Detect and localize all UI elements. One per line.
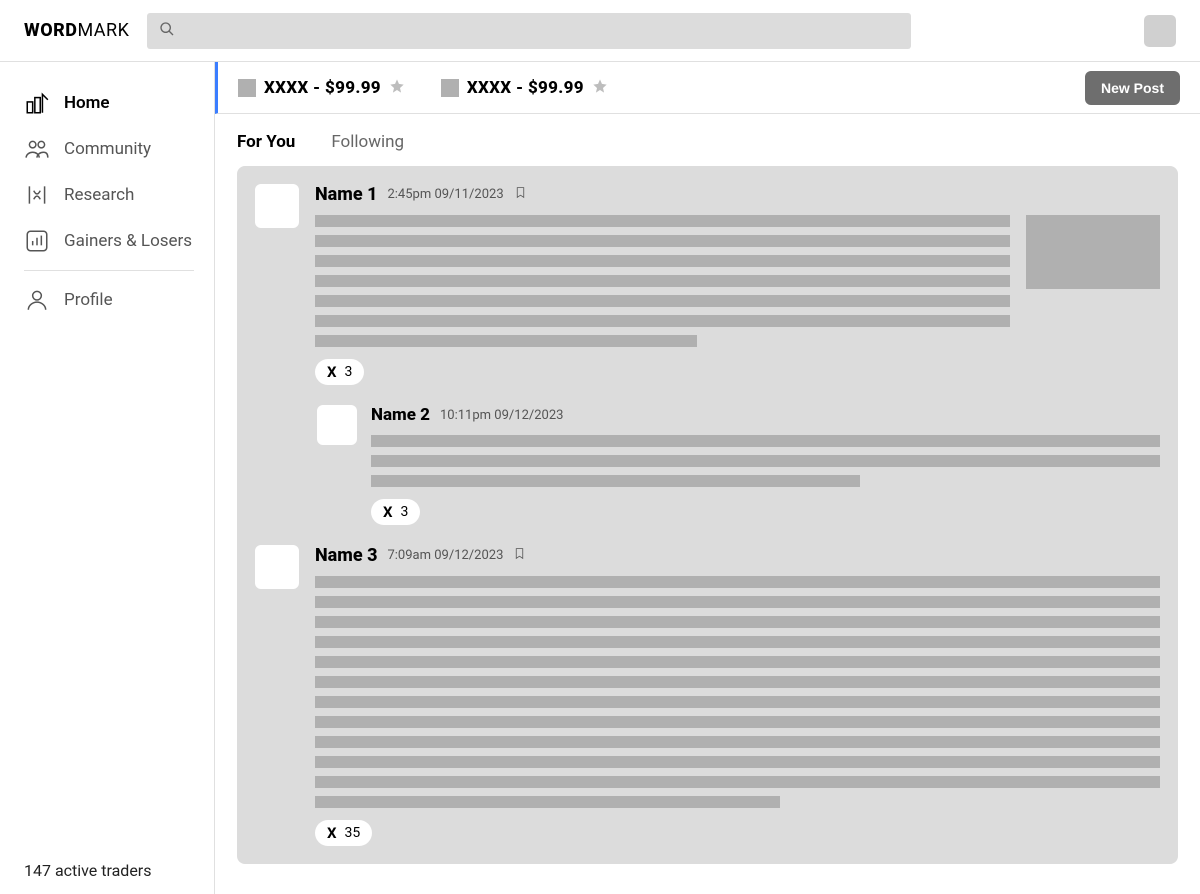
post-author[interactable]: Name 2 xyxy=(371,405,430,425)
reaction-count: 3 xyxy=(345,364,353,380)
avatar[interactable] xyxy=(255,184,299,228)
user-avatar[interactable] xyxy=(1144,15,1176,47)
post-content xyxy=(315,215,1160,355)
sidebar-item-label: Profile xyxy=(64,290,113,310)
sidebar-item-label: Research xyxy=(64,185,134,205)
sidebar-item-label: Community xyxy=(64,139,151,159)
ticker-price: $99.99 xyxy=(528,78,584,98)
post-text-placeholder xyxy=(371,435,1160,487)
ticker-label: XXXX - $99.99 xyxy=(264,78,381,98)
reaction-pill[interactable]: X 3 xyxy=(371,499,420,525)
ticker-swatch xyxy=(441,79,459,97)
home-icon xyxy=(24,90,50,116)
tab-for-you[interactable]: For You xyxy=(237,132,295,152)
feed-tabs: For You Following xyxy=(215,114,1200,166)
ticker-price: $99.99 xyxy=(325,78,381,98)
post-timestamp: 2:45pm 09/11/2023 xyxy=(387,187,503,202)
post-text-placeholder xyxy=(315,576,1160,808)
active-traders-count: 147 active traders xyxy=(0,847,214,894)
avatar[interactable] xyxy=(255,545,299,589)
bookmark-icon[interactable] xyxy=(513,546,526,565)
sidebar-item-label: Home xyxy=(64,93,110,113)
post-body: Name 2 10:11pm 09/12/2023 X 3 xyxy=(371,405,1160,525)
post-body: Name 3 7:09am 09/12/2023 X xyxy=(315,545,1160,846)
post-timestamp: 10:11pm 09/12/2023 xyxy=(440,408,563,423)
sidebar-divider xyxy=(24,270,194,271)
sidebar-list: Home Community Research Gainers & Losers xyxy=(0,80,214,264)
ticker-symbol: XXXX xyxy=(264,78,309,98)
sidebar-list-2: Profile xyxy=(0,277,214,323)
reaction-x-icon: X xyxy=(383,503,393,521)
search-input[interactable] xyxy=(147,13,911,49)
ticker-swatch xyxy=(238,79,256,97)
profile-icon xyxy=(24,287,50,313)
sidebar-item-label: Gainers & Losers xyxy=(64,231,192,251)
reaction-x-icon: X xyxy=(327,363,337,381)
post-body: Name 1 2:45pm 09/11/2023 xyxy=(315,184,1160,385)
post-author[interactable]: Name 3 xyxy=(315,545,377,566)
reaction-x-icon: X xyxy=(327,824,337,842)
search-icon xyxy=(159,21,175,41)
reaction-pill[interactable]: X 3 xyxy=(315,359,364,385)
research-icon xyxy=(24,182,50,208)
logo: WORDMARK xyxy=(24,20,129,41)
sidebar-item-profile[interactable]: Profile xyxy=(24,277,202,323)
post-header: Name 1 2:45pm 09/11/2023 xyxy=(315,184,1160,205)
post-text-placeholder xyxy=(315,215,1010,355)
avatar[interactable] xyxy=(317,405,357,445)
post-timestamp: 7:09am 09/12/2023 xyxy=(387,548,503,563)
logo-light: MARK xyxy=(77,20,129,41)
sidebar-item-community[interactable]: Community xyxy=(24,126,202,172)
feed: Name 1 2:45pm 09/11/2023 xyxy=(237,166,1178,864)
star-icon[interactable] xyxy=(592,78,608,98)
logo-bold: WORD xyxy=(24,20,77,41)
ticker-label: XXXX - $99.99 xyxy=(467,78,584,98)
post: Name 3 7:09am 09/12/2023 X xyxy=(255,545,1160,846)
sidebar-item-research[interactable]: Research xyxy=(24,172,202,218)
header: WORDMARK xyxy=(0,0,1200,62)
reaction-pill[interactable]: X 35 xyxy=(315,820,372,846)
sidebar-item-home[interactable]: Home xyxy=(24,80,202,126)
post-header: Name 3 7:09am 09/12/2023 xyxy=(315,545,1160,566)
main: XXXX - $99.99 XXXX - $99.99 New Post For… xyxy=(215,62,1200,894)
post-reply: Name 2 10:11pm 09/12/2023 X 3 xyxy=(317,405,1160,525)
reaction-count: 35 xyxy=(345,825,361,841)
sidebar: Home Community Research Gainers & Losers xyxy=(0,62,215,894)
sidebar-item-gainers-losers[interactable]: Gainers & Losers xyxy=(24,218,202,264)
star-icon[interactable] xyxy=(389,78,405,98)
tab-following[interactable]: Following xyxy=(331,132,404,152)
new-post-button[interactable]: New Post xyxy=(1085,71,1180,105)
chart-icon xyxy=(24,228,50,254)
ticker-bar: XXXX - $99.99 XXXX - $99.99 New Post xyxy=(215,62,1200,114)
post-header: Name 2 10:11pm 09/12/2023 xyxy=(371,405,1160,425)
bookmark-icon[interactable] xyxy=(514,185,527,204)
layout: Home Community Research Gainers & Losers xyxy=(0,62,1200,894)
ticker-symbol: XXXX xyxy=(467,78,512,98)
reaction-count: 3 xyxy=(401,504,409,520)
community-icon xyxy=(24,136,50,162)
post-author[interactable]: Name 1 xyxy=(315,184,377,205)
post: Name 1 2:45pm 09/11/2023 xyxy=(255,184,1160,385)
ticker-item[interactable]: XXXX - $99.99 xyxy=(441,78,608,98)
ticker-item[interactable]: XXXX - $99.99 xyxy=(238,78,405,98)
post-image[interactable] xyxy=(1026,215,1160,289)
